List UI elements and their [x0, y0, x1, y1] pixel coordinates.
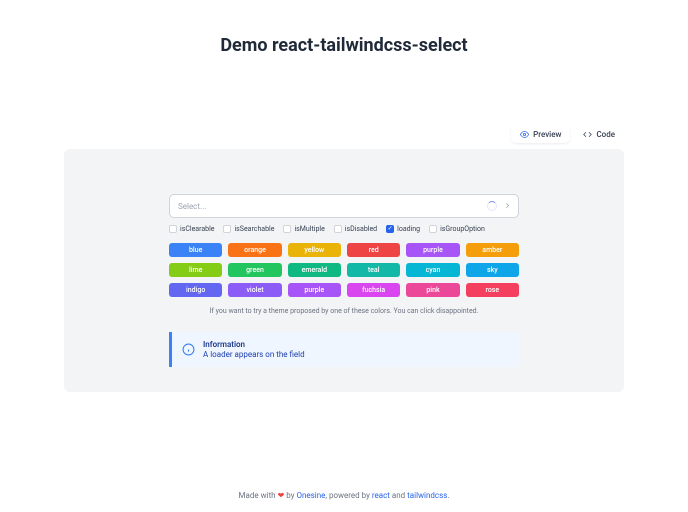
color-lime[interactable]: lime	[169, 263, 222, 277]
option-label: isSearchable	[234, 225, 274, 233]
color-amber[interactable]: amber	[466, 243, 519, 257]
color-orange[interactable]: orange	[228, 243, 281, 257]
option-ismultiple[interactable]: isMultiple	[283, 225, 324, 233]
color-purple[interactable]: purple	[406, 243, 459, 257]
page-header: Demo react-tailwindcss-select	[0, 0, 688, 66]
page-title: Demo react-tailwindcss-select	[0, 35, 688, 56]
preview-panel: Select... isClearable isSearchable isMulti…	[64, 149, 624, 392]
option-isdisabled[interactable]: isDisabled	[334, 225, 377, 233]
tailwind-link[interactable]: tailwindcss	[407, 491, 447, 500]
color-purple[interactable]: purple	[288, 283, 341, 297]
color-rose[interactable]: rose	[466, 283, 519, 297]
tab-code[interactable]: Code	[574, 126, 624, 143]
color-blue[interactable]: blue	[169, 243, 222, 257]
checkbox-icon	[429, 225, 437, 233]
select-indicators	[487, 201, 512, 212]
info-title: Information	[203, 340, 305, 349]
color-fuchsia[interactable]: fuchsia	[347, 283, 400, 297]
color-grid: blue orange yellow red purple amber lime greene…	[169, 243, 519, 297]
react-link[interactable]: react	[372, 491, 390, 500]
option-loading[interactable]: ✓loading	[386, 225, 420, 233]
info-icon	[182, 341, 195, 354]
footer-and: and	[390, 491, 407, 500]
footer-by: by	[284, 491, 296, 500]
tab-preview[interactable]: Preview	[511, 126, 570, 143]
color-violet[interactable]: violet	[228, 283, 281, 297]
checkbox-icon	[169, 225, 177, 233]
code-icon	[583, 130, 592, 139]
footer-dot: .	[447, 491, 449, 500]
chevron-down-icon	[503, 201, 512, 212]
footer: Made with ❤ by Onesine, powered by react…	[0, 491, 688, 512]
color-green[interactable]: green	[228, 263, 281, 277]
options-row: isClearable isSearchable isMultiple isDisab…	[169, 225, 519, 233]
info-desc: A loader appears on the field	[203, 350, 305, 359]
color-pink[interactable]: pink	[406, 283, 459, 297]
color-cyan[interactable]: cyan	[406, 263, 459, 277]
checkbox-icon	[334, 225, 342, 233]
author-link[interactable]: Onesine	[296, 491, 325, 500]
tab-label: Code	[596, 130, 615, 139]
option-issearchable[interactable]: isSearchable	[223, 225, 274, 233]
color-sky[interactable]: sky	[466, 263, 519, 277]
color-note: If you want to try a theme proposed by o…	[169, 307, 519, 315]
checkbox-icon	[223, 225, 231, 233]
option-label: isGroupOption	[440, 225, 485, 233]
footer-powered: , powered by	[325, 491, 371, 500]
checkbox-icon	[283, 225, 291, 233]
info-content: Information A loader appears on the fiel…	[203, 340, 305, 359]
content: Preview Code Select... isClearable isSear…	[0, 66, 688, 491]
option-label: isDisabled	[345, 225, 377, 233]
option-label: loading	[397, 225, 420, 233]
color-emerald[interactable]: emerald	[288, 263, 341, 277]
eye-icon	[520, 130, 529, 139]
option-isclearable[interactable]: isClearable	[169, 225, 214, 233]
tab-label: Preview	[533, 130, 561, 139]
color-indigo[interactable]: indigo	[169, 283, 222, 297]
color-teal[interactable]: teal	[347, 263, 400, 277]
tabs: Preview Code	[64, 126, 624, 143]
option-label: isClearable	[180, 225, 214, 233]
select-placeholder: Select...	[178, 202, 206, 211]
info-box: Information A loader appears on the fiel…	[169, 332, 519, 367]
loading-spinner-icon	[487, 201, 497, 211]
color-yellow[interactable]: yellow	[288, 243, 341, 257]
checkbox-icon: ✓	[386, 225, 394, 233]
footer-made: Made with	[239, 491, 278, 500]
color-red[interactable]: red	[347, 243, 400, 257]
option-isgroupoption[interactable]: isGroupOption	[429, 225, 485, 233]
select-dropdown[interactable]: Select...	[169, 194, 519, 218]
option-label: isMultiple	[294, 225, 324, 233]
